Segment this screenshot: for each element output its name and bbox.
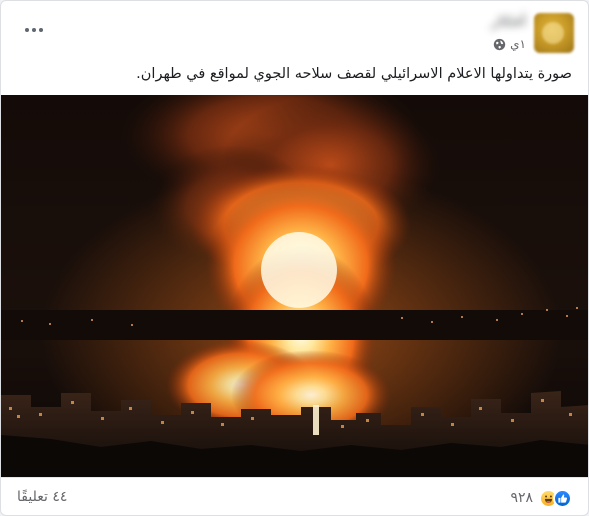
like-icon [553, 488, 572, 508]
globe-icon [493, 38, 506, 51]
post-header: أفكار ١ي [1, 1, 588, 61]
reactions-summary[interactable]: ٩٢٨ [510, 488, 572, 508]
post-timestamp[interactable]: ١ي [510, 37, 526, 51]
facebook-post: أفكار ١ي صورة يتداولها الاعلام الاسرائيل… [0, 0, 589, 516]
post-footer: ٩٢٨ ٤٤ تعليقًا [1, 477, 588, 515]
post-caption: صورة يتداولها الاعلام الاسرائيلي لقصف سل… [136, 66, 572, 82]
post-meta: ١ي [493, 36, 526, 52]
reaction-count[interactable]: ٩٢٨ [510, 490, 533, 506]
avatar[interactable] [534, 13, 574, 53]
comments-count[interactable]: ٤٤ تعليقًا [17, 489, 67, 505]
author-name[interactable]: أفكار [462, 14, 526, 32]
post-photo[interactable] [1, 95, 588, 477]
more-icon[interactable] [23, 23, 45, 37]
